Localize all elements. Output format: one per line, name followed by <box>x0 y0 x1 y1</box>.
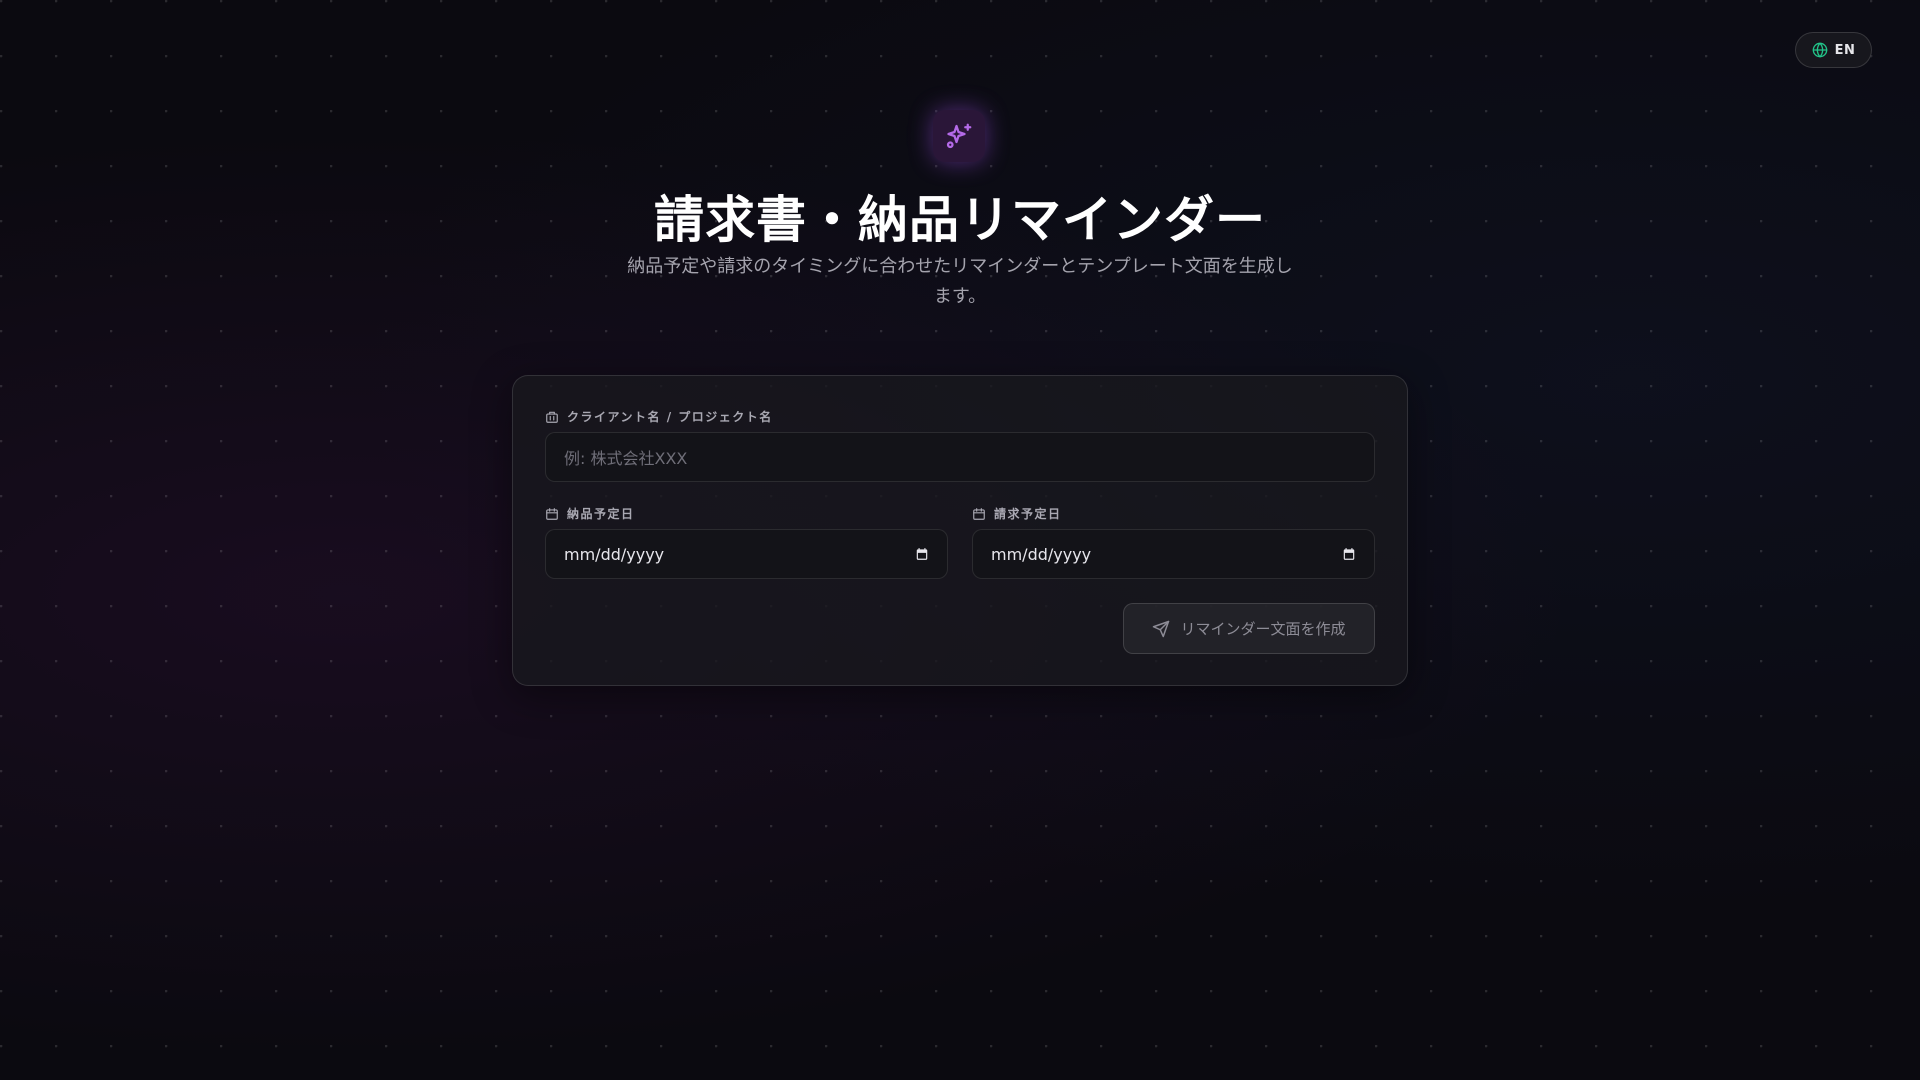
calendar-picker-icon[interactable] <box>915 547 929 561</box>
client-name-input[interactable]: 例: 株式会社XXX <box>545 432 1375 482</box>
invoice-date-label: 請求予定日 <box>972 505 1062 522</box>
calendar-icon <box>546 507 558 520</box>
calendar-icon <box>973 507 985 520</box>
delivery-date-input[interactable]: mm/dd/yyyy <box>545 529 948 579</box>
invoice-date-label-text: 請求予定日 <box>994 507 1062 521</box>
invoice-date-value: mm/dd/yyyy <box>991 544 1092 564</box>
page-subtitle: 納品予定や請求のタイミングに合わせたリマインダーとテンプレート文面を生成します。 <box>627 256 1293 307</box>
reminder-form-card: クライアント名 / プロジェクト名 例: 株式会社XXX 納品予定日 mm/dd… <box>512 375 1408 686</box>
building-icon <box>546 411 558 423</box>
delivery-date-value: mm/dd/yyyy <box>564 544 665 564</box>
globe-icon <box>1812 42 1827 58</box>
page-title: 請求書・納品リマインダー <box>654 191 1266 249</box>
client-placeholder: 例: 株式会社XXX <box>564 449 688 468</box>
generate-reminder-button[interactable]: リマインダー文面を作成 <box>1123 603 1375 654</box>
language-toggle-button[interactable]: EN <box>1795 32 1872 68</box>
generate-button-label: リマインダー文面を作成 <box>1180 620 1346 638</box>
language-label: EN <box>1834 42 1856 58</box>
sparkles-icon <box>946 123 972 149</box>
calendar-picker-icon[interactable] <box>1342 547 1356 561</box>
delivery-date-label: 納品予定日 <box>545 505 635 522</box>
client-label-text: クライアント名 / プロジェクト名 <box>567 410 773 424</box>
delivery-date-label-text: 納品予定日 <box>567 507 635 521</box>
hero-badge <box>933 110 985 162</box>
invoice-date-input[interactable]: mm/dd/yyyy <box>972 529 1375 579</box>
send-icon <box>1153 620 1170 637</box>
client-field-label: クライアント名 / プロジェクト名 <box>545 408 773 425</box>
